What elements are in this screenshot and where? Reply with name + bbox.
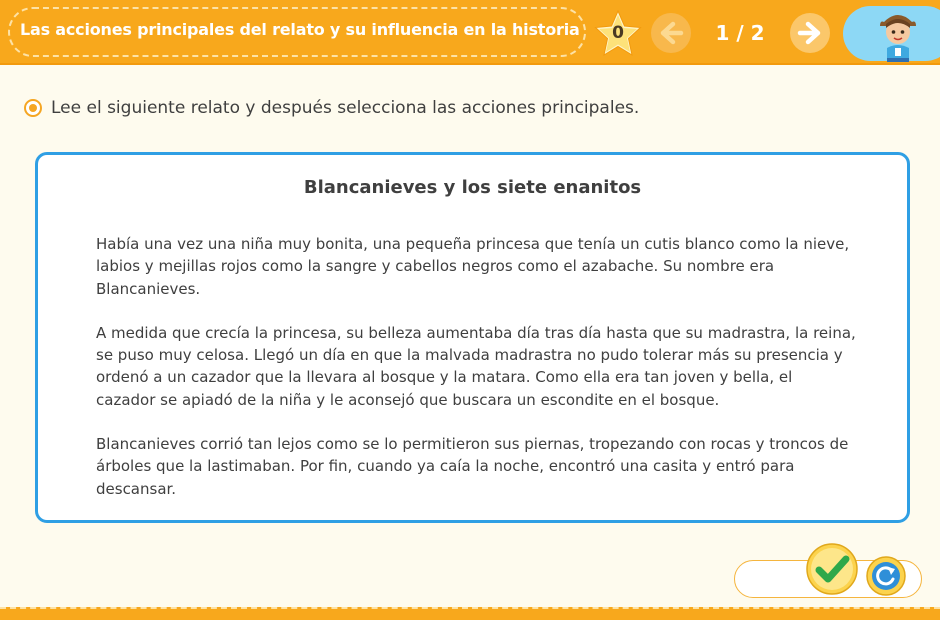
instruction-text: Lee el siguiente relato y después selecc…	[51, 98, 640, 118]
header-bar: Las acciones principales del relato y su…	[0, 0, 940, 65]
reset-button[interactable]	[866, 556, 906, 596]
footer-bar	[0, 607, 940, 620]
checkmark-icon	[806, 543, 858, 595]
refresh-icon	[866, 556, 906, 596]
next-button[interactable]	[790, 13, 830, 53]
page-counter: 1 / 2	[715, 21, 765, 45]
boy-avatar-icon	[874, 6, 922, 62]
story-body: Había una vez una niña muy bonita, una p…	[96, 233, 856, 522]
arrow-left-icon	[660, 21, 684, 45]
story-card: Blancanieves y los siete enanitos Había …	[35, 152, 910, 523]
story-paragraph[interactable]: Blancanieves corrió tan lejos como se lo…	[96, 433, 856, 500]
star-count: 0	[612, 23, 624, 43]
previous-button[interactable]	[651, 13, 691, 53]
star-icon: 0	[593, 9, 643, 59]
arrow-right-icon	[797, 21, 821, 45]
activity-title: Las acciones principales del relato y su…	[20, 20, 580, 39]
story-paragraph[interactable]: Había una vez una niña muy bonita, una p…	[96, 233, 856, 300]
instruction-bullet-icon	[24, 99, 42, 117]
story-title: Blancanieves y los siete enanitos	[303, 177, 642, 198]
check-button[interactable]	[806, 543, 858, 595]
story-paragraph[interactable]: A medida que crecía la princesa, su bell…	[96, 322, 856, 411]
